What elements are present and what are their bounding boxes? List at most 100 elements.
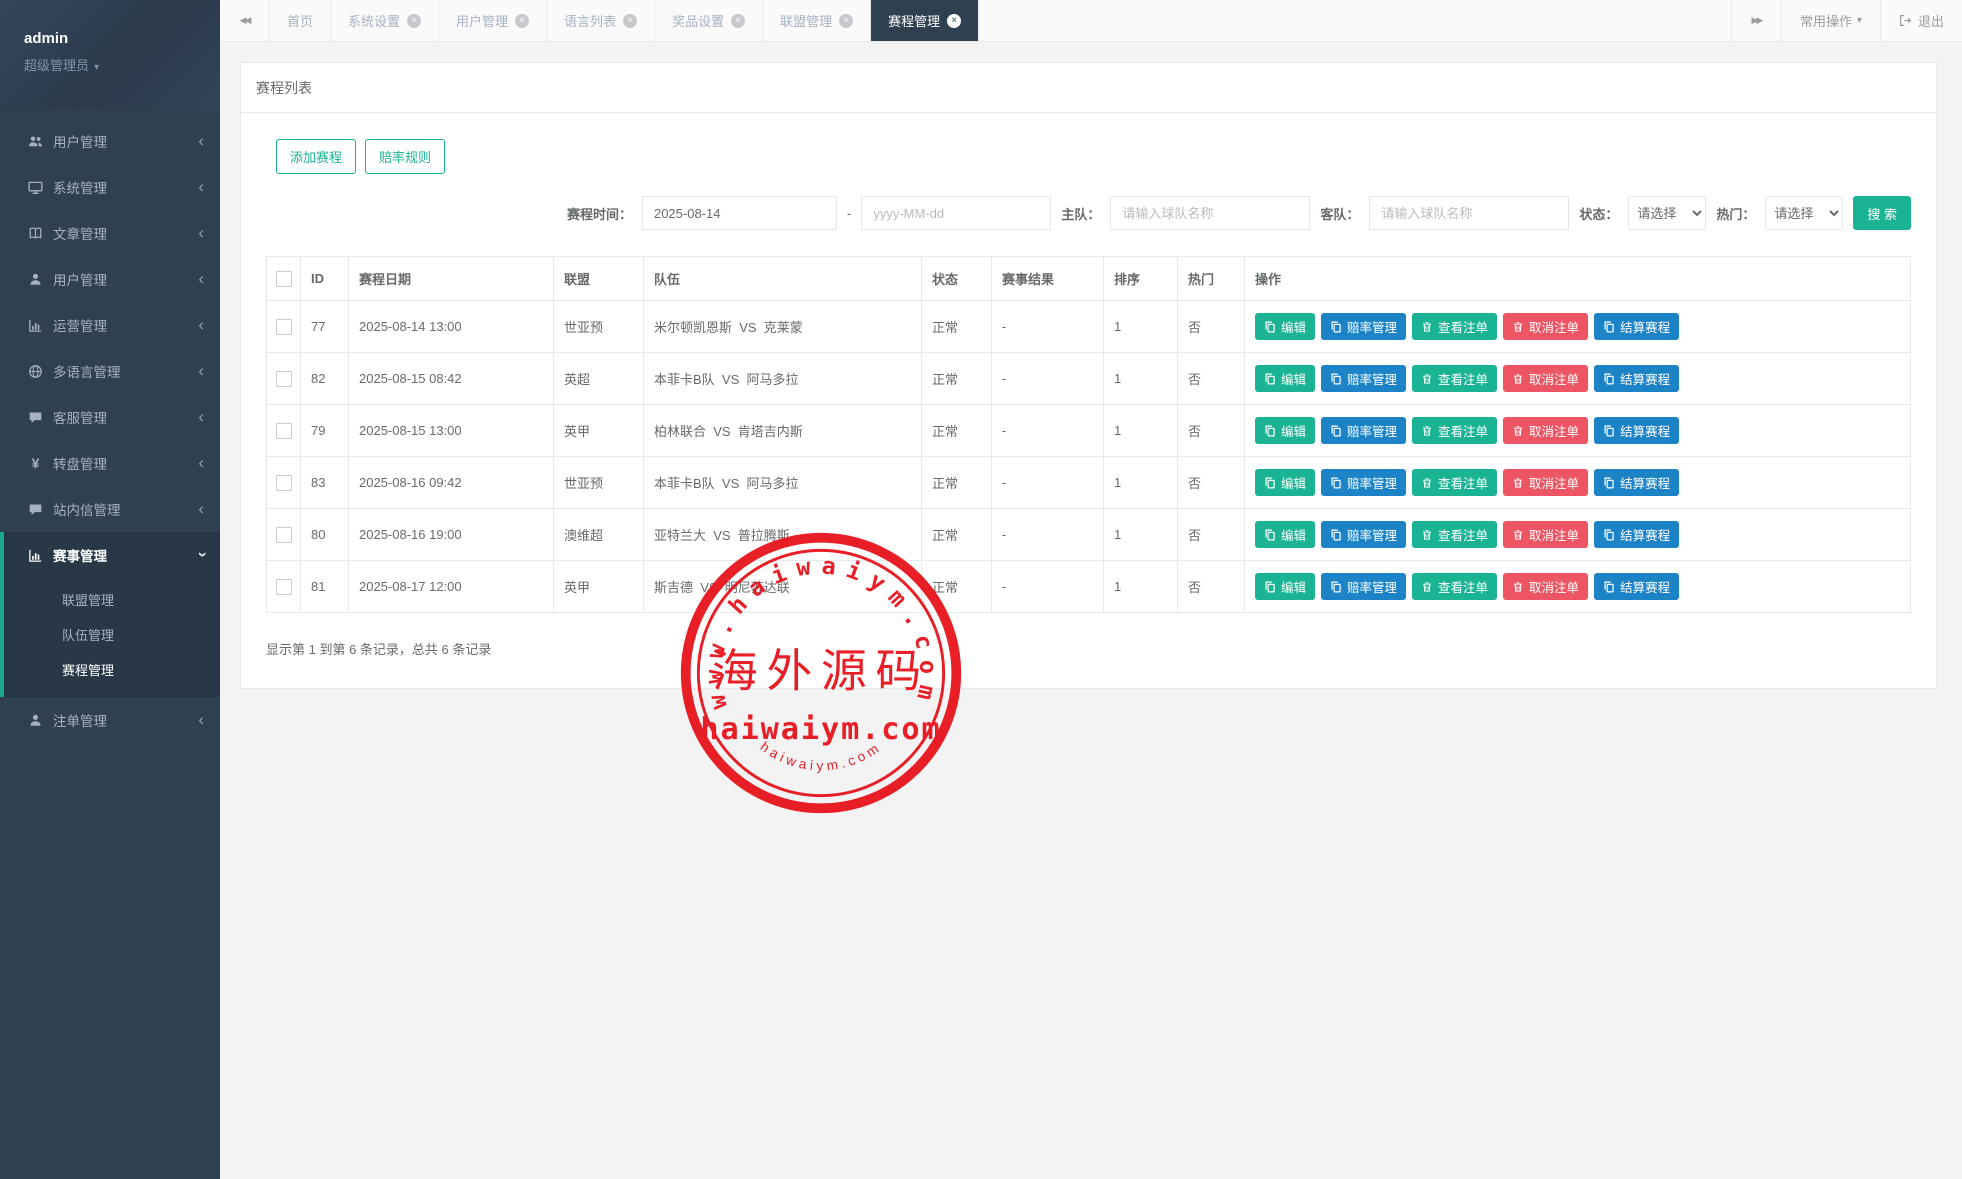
sidebar-link-mail-mgmt[interactable]: 站内信管理 ‹ [4, 486, 220, 532]
edit-button[interactable]: 编辑 [1255, 417, 1316, 444]
sidebar-subitem-schedule-mgmt[interactable]: 赛程管理 [4, 652, 220, 687]
odds-manage-button[interactable]: 赔率管理 [1321, 521, 1407, 548]
action-label: 结算赛程 [1620, 477, 1671, 491]
view-bets-button[interactable]: 查看注单 [1412, 365, 1498, 392]
row-checkbox[interactable] [275, 526, 292, 543]
view-bets-button[interactable]: 查看注单 [1412, 469, 1498, 496]
cancel-bets-button[interactable]: 取消注单 [1503, 417, 1589, 444]
away-team-input[interactable] [1369, 196, 1570, 230]
action-label: 查看注单 [1438, 425, 1489, 439]
sidebar-link-multilang-mgmt[interactable]: 多语言管理 ‹ [4, 348, 220, 394]
column-header: 队伍 [643, 256, 922, 301]
tab-close-icon[interactable]: × [947, 13, 962, 28]
tab-user-mgmt[interactable]: 用户管理 × [439, 0, 548, 41]
cancel-bets-button[interactable]: 取消注单 [1503, 573, 1589, 600]
teams-cell: 本菲卡B队 VS 阿马多拉 [643, 352, 922, 405]
sidebar-subitem-team-mgmt[interactable]: 队伍管理 [4, 617, 220, 652]
copy-icon [1265, 477, 1275, 488]
sidebar-link-article-mgmt[interactable]: 文章管理 ‹ [4, 210, 220, 256]
view-bets-button[interactable]: 查看注单 [1412, 521, 1498, 548]
tab-language-list[interactable]: 语言列表 × [547, 0, 656, 41]
cancel-bets-button[interactable]: 取消注单 [1503, 313, 1589, 340]
edit-button[interactable]: 编辑 [1255, 365, 1316, 392]
result-cell: - [991, 508, 1104, 561]
tab-label: 用户管理 [456, 14, 509, 29]
settle-button[interactable]: 结算赛程 [1594, 365, 1680, 392]
row-checkbox[interactable] [275, 422, 292, 439]
status-cell: 正常 [921, 352, 992, 405]
sidebar-subitem-league-mgmt[interactable]: 联盟管理 [4, 582, 220, 617]
sidebar-item-system-mgmt: 系统管理 ‹ [0, 164, 220, 210]
edit-button[interactable]: 编辑 [1255, 521, 1316, 548]
date-to-input[interactable] [861, 196, 1052, 230]
row-checkbox[interactable] [275, 578, 292, 595]
settle-button[interactable]: 结算赛程 [1594, 521, 1680, 548]
logout-button[interactable]: 退出 [1879, 0, 1962, 41]
tab-close-icon[interactable]: × [515, 13, 530, 28]
odds-manage-button[interactable]: 赔率管理 [1321, 365, 1407, 392]
odds-manage-button[interactable]: 赔率管理 [1321, 313, 1407, 340]
cancel-bets-button[interactable]: 取消注单 [1503, 365, 1589, 392]
sidebar-link-user-mgmt[interactable]: 用户管理 ‹ [4, 118, 220, 164]
settle-button[interactable]: 结算赛程 [1594, 573, 1680, 600]
edit-button[interactable]: 编辑 [1255, 313, 1316, 340]
tab-home[interactable]: 首页 [270, 0, 332, 41]
view-bets-button[interactable]: 查看注单 [1412, 313, 1498, 340]
column-header: 赛程日期 [348, 256, 554, 301]
edit-button[interactable]: 编辑 [1255, 573, 1316, 600]
hot-select[interactable]: 请选择 [1765, 196, 1844, 230]
view-bets-button[interactable]: 查看注单 [1412, 573, 1498, 600]
sort-cell: 1 [1103, 508, 1178, 561]
search-button[interactable]: 搜 索 [1853, 196, 1911, 230]
status-select[interactable]: 请选择 [1628, 196, 1707, 230]
add-schedule-button[interactable]: 添加赛程 [276, 139, 357, 174]
tab-system-settings[interactable]: 系统设置 × [331, 0, 440, 41]
tabs-scroll-left-button[interactable]: ◀◀ [220, 0, 270, 41]
sidebar-link-bet-mgmt[interactable]: 注单管理 ‹ [4, 697, 220, 743]
edit-button[interactable]: 编辑 [1255, 469, 1316, 496]
row-checkbox[interactable] [275, 474, 292, 491]
profile-role-dropdown[interactable]: 超级管理员 ▾ [24, 55, 196, 74]
tab-close-icon[interactable]: × [839, 13, 854, 28]
date-cell: 2025-08-15 13:00 [348, 404, 554, 457]
odds-rules-button[interactable]: 赔率规则 [365, 139, 446, 174]
sidebar-link-wheel-mgmt[interactable]: ¥ 转盘管理 ‹ [4, 440, 220, 486]
sidebar-link-operations-mgmt[interactable]: 运营管理 ‹ [4, 302, 220, 348]
settle-button[interactable]: 结算赛程 [1594, 313, 1680, 340]
action-label: 编辑 [1281, 477, 1307, 491]
view-bets-button[interactable]: 查看注单 [1412, 417, 1498, 444]
league-cell: 英甲 [553, 560, 644, 613]
settle-button[interactable]: 结算赛程 [1594, 469, 1680, 496]
comment-icon [29, 411, 42, 423]
teams-cell: 柏林联合 VS 肯塔吉内斯 [643, 404, 922, 457]
settle-button[interactable]: 结算赛程 [1594, 417, 1680, 444]
date-range-dash: - [846, 205, 852, 221]
column-header: 排序 [1103, 256, 1178, 301]
sidebar-link-service-mgmt[interactable]: 客服管理 ‹ [4, 394, 220, 440]
tab-close-icon[interactable]: × [623, 13, 638, 28]
row-checkbox[interactable] [275, 370, 292, 387]
tab-schedule-mgmt[interactable]: 赛程管理 × [871, 0, 980, 41]
sidebar-link-member-mgmt[interactable]: 用户管理 ‹ [4, 256, 220, 302]
odds-manage-button[interactable]: 赔率管理 [1321, 469, 1407, 496]
row-checkbox[interactable] [275, 318, 292, 335]
tab-close-icon[interactable]: × [407, 13, 422, 28]
sidebar-item-label: 文章管理 [53, 227, 107, 242]
action-label: 赔率管理 [1347, 477, 1398, 491]
home-team-input[interactable] [1110, 196, 1311, 230]
odds-manage-button[interactable]: 赔率管理 [1321, 573, 1407, 600]
tab-prize-settings[interactable]: 奖品设置 × [655, 0, 764, 41]
common-actions-dropdown[interactable]: 常用操作 ▾ [1780, 0, 1880, 41]
tabs-scroll-right-button[interactable]: ▶▶ [1730, 0, 1781, 41]
sidebar-item-label: 注单管理 [53, 714, 107, 729]
select-all-checkbox[interactable] [275, 270, 292, 287]
tab-league-mgmt[interactable]: 联盟管理 × [763, 0, 872, 41]
cancel-bets-button[interactable]: 取消注单 [1503, 521, 1589, 548]
action-label: 赔率管理 [1347, 425, 1398, 439]
tab-close-icon[interactable]: × [731, 13, 746, 28]
sidebar-link-system-mgmt[interactable]: 系统管理 ‹ [4, 164, 220, 210]
odds-manage-button[interactable]: 赔率管理 [1321, 417, 1407, 444]
cancel-bets-button[interactable]: 取消注单 [1503, 469, 1589, 496]
sidebar-link-match-mgmt[interactable]: 赛事管理 ‹ [4, 532, 220, 578]
date-from-input[interactable] [641, 196, 837, 230]
